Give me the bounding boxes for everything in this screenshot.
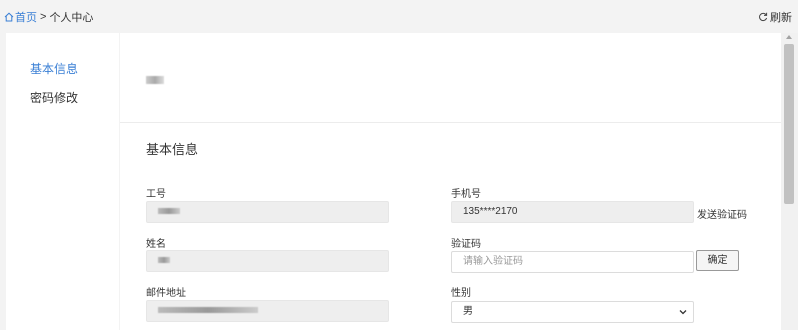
code-placeholder: 请输入验证码 [463,256,523,267]
main-content: 基本信息 工号 姓名 邮件地址 手机号 135****2170 发送验证码 验证… [120,33,781,330]
name-field [146,250,389,272]
breadcrumb-home-label[interactable]: 首页 [15,9,37,25]
name-label: 姓名 [146,239,166,250]
sidebar-item-basic-info[interactable]: 基本信息 [30,60,78,77]
scroll-up-arrow-icon[interactable] [786,35,792,39]
home-icon [4,12,14,22]
sidebar: 基本信息 密码修改 [6,33,119,330]
code-label: 验证码 [451,239,481,250]
redacted-value [158,208,180,215]
refresh-button[interactable]: 刷新 [758,9,792,25]
breadcrumb-separator: > [40,11,47,23]
avatar-area [120,33,781,123]
refresh-icon [759,12,768,22]
section-title: 基本信息 [146,142,199,157]
confirm-button[interactable]: 确定 [696,250,739,271]
gender-label: 性别 [451,288,471,299]
breadcrumb: 首页 > 个人中心 [4,9,93,25]
email-field [146,300,389,322]
breadcrumb-home[interactable]: 首页 [4,9,37,25]
email-label: 邮件地址 [146,288,186,299]
scrollbar[interactable] [781,33,798,330]
employee-id-field [146,201,389,223]
breadcrumb-current: 个人中心 [49,12,94,24]
top-bar: 首页 > 个人中心 刷新 [0,0,798,32]
chevron-down-icon [679,310,687,315]
redacted-value [158,257,170,264]
phone-label: 手机号 [451,189,481,200]
redacted-value [158,307,258,314]
verification-code-input[interactable]: 请输入验证码 [451,251,694,273]
avatar [146,76,164,84]
gender-select[interactable]: 男 [451,301,694,323]
employee-id-label: 工号 [146,189,166,200]
phone-field: 135****2170 [451,201,694,223]
send-code-link[interactable]: 发送验证码 [697,206,747,221]
scroll-thumb[interactable] [784,44,794,204]
gender-value: 男 [463,306,473,317]
sidebar-item-password-change[interactable]: 密码修改 [30,89,78,106]
refresh-label[interactable]: 刷新 [770,9,792,25]
